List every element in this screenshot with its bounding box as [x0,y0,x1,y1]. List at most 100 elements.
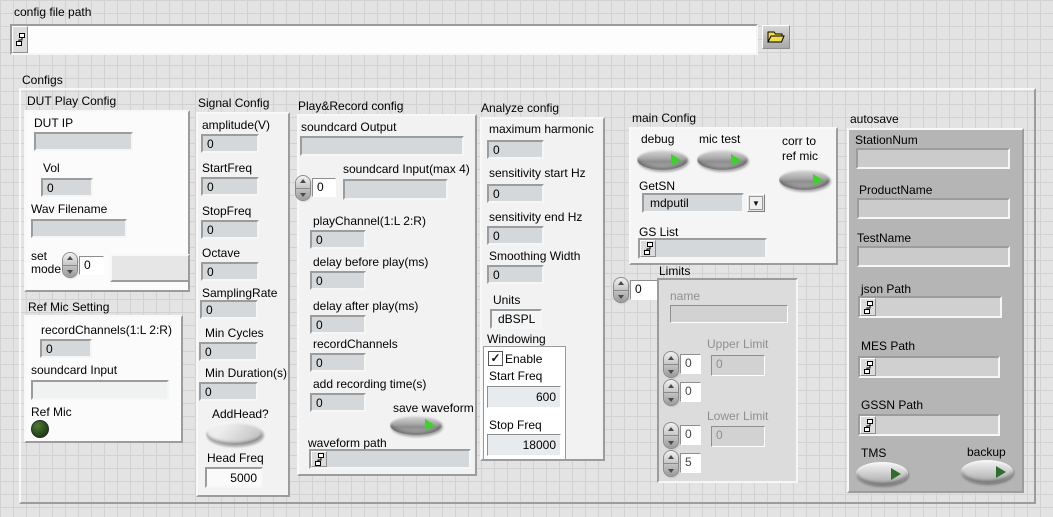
config-file-path-input[interactable] [28,26,756,53]
amplitude-input[interactable]: 0 [201,134,259,153]
octave-input[interactable]: 0 [201,262,259,281]
units-input[interactable]: dBSPL [490,309,542,329]
playchannel-label: playChannel(1:L 2:R) [313,215,426,228]
save-waveform-button[interactable] [390,415,442,435]
ref-mic-setting-title: Ref Mic Setting [28,301,109,314]
delay-after-input[interactable]: 0 [310,315,366,334]
lower-index1-spinner[interactable] [664,423,678,448]
recordchannels-input[interactable]: 0 [310,353,366,372]
waveform-path-input[interactable] [327,451,469,467]
limits-index-input[interactable]: 0 [630,280,660,300]
min-duration-label: Min Duration(s) [205,367,287,380]
head-freq-input[interactable]: 5000 [205,467,263,488]
gs-list-input[interactable] [656,240,765,257]
vol-input[interactable]: 0 [41,178,93,197]
lower-index2-spinner[interactable] [664,451,678,476]
upper-index2-spinner[interactable] [664,380,678,405]
dut-ip-input[interactable] [34,132,133,151]
sensitivity-end-input[interactable]: 0 [487,226,544,245]
corr-to-ref-mic-button[interactable] [779,169,830,190]
stop-freq-input[interactable]: 18000 [487,434,561,456]
soundcard-output-input[interactable] [300,136,464,156]
mes-path-input[interactable] [876,358,998,376]
startfreq-input[interactable]: 0 [201,177,259,196]
upper-index2-input[interactable]: 0 [680,382,701,402]
playchannel-input[interactable]: 0 [310,230,366,249]
config-file-path-label: config file path [14,6,91,19]
json-path-control [858,296,1002,318]
set-mode-label: set mode [31,250,63,276]
upper-index1-spinner[interactable] [664,352,678,377]
addhead-button[interactable] [206,422,263,445]
set-mode-indicator [110,254,190,282]
samplingrate-input[interactable]: 0 [200,300,258,319]
soundcard-input-field[interactable] [31,380,169,400]
labview-front-panel: config file path Configs DUT Play Config… [0,0,1053,517]
enable-checkbox[interactable]: ✓ [488,351,503,366]
addhead-label: AddHead? [212,408,269,421]
limits-index-spinner[interactable] [614,278,628,302]
tms-button[interactable] [856,462,908,485]
upper-index1-input[interactable]: 0 [680,354,701,374]
testname-label: TestName [857,232,911,245]
start-freq-label: Start Freq [489,370,542,383]
stopfreq-input[interactable]: 0 [201,220,259,239]
path-type-icon [860,298,876,316]
debug-label: debug [641,133,674,146]
getsn-ring[interactable]: mdputil [642,193,744,213]
json-path-label: json Path [861,283,911,296]
maximum-harmonic-label: maximum harmonic [489,123,594,136]
lower-limit-element[interactable]: 0 [711,426,765,447]
sensitivity-start-input[interactable]: 0 [487,184,544,203]
save-waveform-label: save waveform [393,402,474,415]
testname-input[interactable] [857,246,1010,267]
soundcard-input-label: soundcard Input [31,364,117,377]
lower-index1-input[interactable]: 0 [680,425,701,445]
set-mode-input[interactable]: 0 [79,256,104,275]
maximum-harmonic-input[interactable]: 0 [487,140,544,159]
tms-label: TMS [861,447,886,460]
startfreq-label: StartFreq [202,162,252,175]
delay-after-label: delay after play(ms) [313,300,418,313]
gssn-path-input[interactable] [876,416,998,434]
soundcard-input-max4-label: soundcard Input(max 4) [343,163,470,176]
min-cycles-input[interactable]: 0 [199,342,258,361]
delay-before-label: delay before play(ms) [313,256,428,269]
min-duration-input[interactable]: 0 [199,382,258,401]
debug-button[interactable] [637,149,688,170]
config-file-path-control [10,24,758,55]
stopfreq-label: StopFreq [202,205,251,218]
wav-filename-input[interactable] [31,219,127,238]
min-cycles-label: Min Cycles [205,327,264,340]
start-freq-input[interactable]: 600 [487,386,561,408]
productname-input[interactable] [857,198,1010,219]
soundcard-input-max4-field[interactable] [343,179,448,200]
set-mode-spinner[interactable] [63,253,77,277]
limits-name-input[interactable] [670,305,788,323]
mes-path-label: MES Path [861,340,915,353]
sensitivity-start-label: sensitivity start Hz [489,167,586,180]
stationnum-input[interactable] [856,148,1010,169]
backup-button[interactable] [961,460,1013,483]
getsn-dropdown-button[interactable]: ▼ [747,194,765,212]
delay-before-input[interactable]: 0 [310,271,366,290]
soundcard-input-index[interactable]: 0 [312,178,336,197]
mic-test-button[interactable] [697,149,748,170]
add-recording-input[interactable]: 0 [310,393,366,412]
smoothing-width-input[interactable]: 0 [487,265,544,284]
recordchannels-label: recordChannels [313,338,398,351]
soundcard-output-label: soundcard Output [301,121,396,134]
main-config-title: main Config [632,112,696,125]
units-label: Units [493,294,520,307]
soundcard-input-index-spinner[interactable] [296,176,310,200]
json-path-input[interactable] [876,298,1000,316]
upper-limit-element[interactable]: 0 [711,355,765,376]
ref-mic-led[interactable] [31,420,49,438]
backup-label: backup [967,446,1006,459]
analyze-config-title: Analyze config [481,102,559,115]
octave-label: Octave [202,247,240,260]
record-channels-input[interactable]: 0 [40,339,92,358]
corr-to-ref-mic-label-2: ref mic [782,150,818,163]
browse-button[interactable] [762,25,790,49]
lower-index2-input[interactable]: 5 [680,453,701,473]
